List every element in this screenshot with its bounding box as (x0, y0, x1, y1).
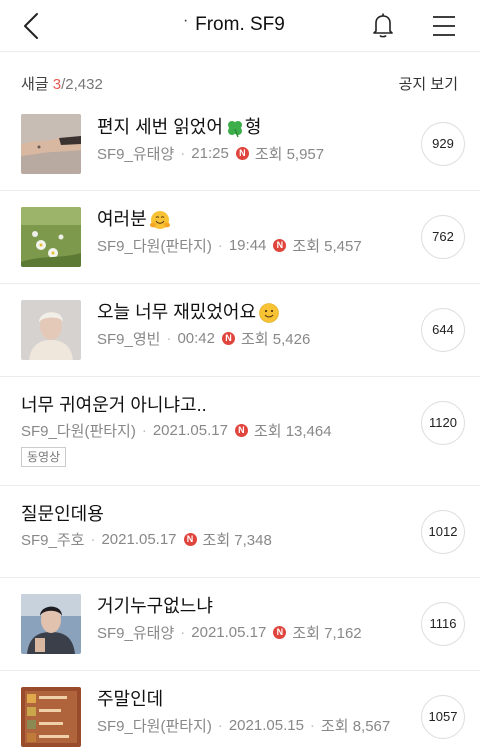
new-badge: N (235, 147, 249, 160)
post-title-text: 오늘 너무 재밌었어요 (97, 302, 257, 322)
new-post-count: 새글 3/2,432 (21, 76, 103, 93)
hugging-face-icon (149, 211, 170, 230)
post-views: 조회 7,162 (292, 625, 362, 642)
post-views: 조회 13,464 (253, 423, 332, 440)
post-title[interactable]: 질문인데용 (21, 500, 104, 526)
smiling-face-icon (259, 303, 279, 324)
post-author: SF9_영빈 (97, 331, 161, 348)
post-title[interactable]: 거기누구없느냐 (97, 592, 213, 618)
comment-count-button[interactable]: 644 (421, 308, 465, 352)
post-row[interactable]: 주말인데 SF9_다원(판타지) · 2021.05.15 · 조회 8,567 1057 (0, 671, 480, 755)
post-time: 19:44 (228, 237, 267, 254)
comment-count-button[interactable]: 1012 (421, 510, 465, 554)
post-row[interactable]: 너무 귀여운거 아니냐고.. SF9_다원(판타지) · 2021.05.17 N 조회 … (0, 377, 480, 486)
page-title: From. SF9 (195, 14, 285, 35)
new-badge: N (273, 239, 287, 252)
post-meta: SF9_다원(판타지) · 19:44 N 조회 5,457 (97, 237, 362, 255)
post-time: 2021.05.17 (152, 422, 228, 439)
new-badge: N (183, 533, 197, 546)
post-title-text: 여러분 (97, 209, 147, 229)
post-title[interactable]: 주말인데 (97, 685, 163, 711)
post-meta: SF9_주호 · 2021.05.17 N 조회 7,348 (21, 531, 272, 549)
comment-count-button[interactable]: 1120 (421, 401, 465, 445)
comment-count-button[interactable]: 1057 (421, 695, 465, 739)
view-notices-button[interactable]: 공지 보기 (399, 73, 458, 94)
post-thumbnail[interactable] (21, 114, 81, 174)
post-thumbnail[interactable] (21, 207, 81, 267)
post-views: 조회 5,457 (292, 238, 362, 255)
hamburger-menu-icon (433, 16, 455, 36)
new-posts-current: 3 (52, 76, 62, 93)
post-title-text: 거기누구없느냐 (97, 596, 213, 616)
post-author: SF9_다원(판타지) (97, 238, 212, 255)
post-time: 2021.05.15 (228, 717, 304, 734)
post-title[interactable]: 오늘 너무 재밌었어요 (97, 298, 280, 324)
post-row[interactable]: 오늘 너무 재밌었어요 SF9_영빈 · 00:42 N 조회 5,426 644 (0, 284, 480, 377)
post-row[interactable]: 여러분 SF9_다원(판타지) · 19:44 N 조회 5,457 762 (0, 191, 480, 284)
post-time: 21:25 (191, 145, 229, 162)
comment-count-button[interactable]: 929 (421, 122, 465, 166)
post-title-text: 편지 세번 읽었어 (97, 117, 223, 137)
post-time: 00:42 (177, 330, 215, 347)
new-posts-label: 새글 (21, 76, 49, 93)
post-thumbnail[interactable] (21, 687, 81, 747)
post-thumbnail[interactable] (21, 594, 81, 654)
post-meta: SF9_영빈 · 00:42 N 조회 5,426 (97, 330, 311, 348)
post-title[interactable]: 여러분 (97, 205, 171, 231)
post-row[interactable]: 편지 세번 읽었어 형 SF9_유태양 · 21:25 N 조회 5,957 929 (0, 98, 480, 191)
menu-button[interactable] (430, 12, 458, 40)
post-author: SF9_주호 (21, 532, 85, 549)
post-meta: SF9_다원(판타지) · 2021.05.15 · 조회 8,567 (97, 717, 391, 735)
bell-icon (373, 13, 393, 38)
post-row[interactable]: 질문인데용 SF9_주호 · 2021.05.17 N 조회 7,348 1012 (0, 486, 480, 578)
post-author: SF9_다원(판타지) (21, 423, 136, 440)
four-leaf-clover-icon (227, 121, 242, 138)
post-thumbnail[interactable] (21, 300, 81, 360)
post-views: 조회 5,426 (241, 331, 311, 348)
post-meta: SF9_다원(판타지) · 2021.05.17 N 조회 13,464 (21, 422, 332, 440)
post-title[interactable]: 편지 세번 읽었어 형 (97, 113, 261, 139)
post-title-text: 주말인데 (97, 689, 164, 709)
new-badge: N (234, 424, 248, 437)
notification-button[interactable] (368, 10, 398, 40)
post-views: 조회 8,567 (320, 718, 391, 735)
post-title[interactable]: 너무 귀여운거 아니냐고.. (21, 391, 207, 417)
total-posts: 2,432 (65, 76, 103, 93)
video-tag: 동영상 (21, 447, 67, 467)
post-time: 2021.05.17 (101, 531, 177, 548)
top-nav-bar: · From. SF9 (0, 0, 480, 52)
post-time: 2021.05.17 (191, 624, 267, 641)
post-views: 조회 5,957 (254, 146, 325, 163)
post-meta: SF9_유태양 · 21:25 N 조회 5,957 (97, 145, 325, 163)
comment-count-button[interactable]: 1116 (421, 602, 465, 646)
post-title-text: 질문인데용 (21, 504, 104, 524)
post-count-bar: 새글 3/2,432 공지 보기 (0, 62, 480, 102)
post-views: 조회 7,348 (202, 532, 272, 549)
post-author: SF9_유태양 (97, 625, 175, 642)
new-badge: N (222, 332, 235, 345)
post-author: SF9_다원(판타지) (97, 718, 212, 735)
post-row[interactable]: 거기누구없느냐 SF9_유태양 · 2021.05.17 N 조회 7,162 1116 (0, 578, 480, 671)
post-title-text: 너무 귀여운거 아니냐고.. (21, 395, 207, 415)
post-author: SF9_유태양 (97, 146, 175, 163)
new-badge: N (273, 626, 287, 639)
post-meta: SF9_유태양 · 2021.05.17 N 조회 7,162 (97, 624, 362, 642)
comment-count-button[interactable]: 762 (421, 215, 465, 259)
post-title-suffix: 형 (244, 117, 262, 137)
